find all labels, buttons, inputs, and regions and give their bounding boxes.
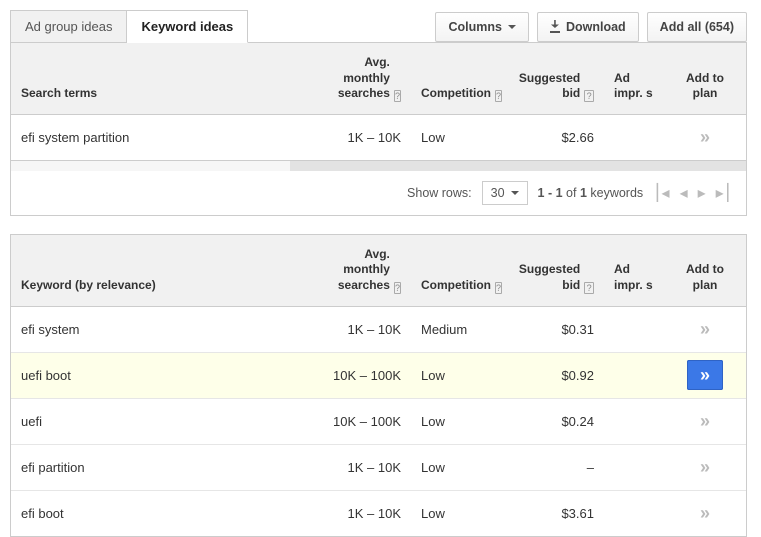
col-ad-impr[interactable]: Ad impr. s	[604, 43, 664, 114]
chevron-down-icon	[508, 25, 516, 29]
tab-ad-group-ideas[interactable]: Ad group ideas	[10, 10, 127, 43]
pager: Show rows: 30 1 - 1 of 1 keywords ⎮◂ ◂ ▸…	[10, 171, 747, 216]
col-search-terms[interactable]: Search terms	[11, 43, 313, 114]
cell-impr	[604, 409, 664, 433]
col-suggested-bid[interactable]: Suggested bid?	[506, 235, 604, 306]
help-icon[interactable]: ?	[394, 90, 401, 102]
cell-competition: Low	[411, 402, 506, 441]
keywords-panel: Keyword (by relevance) Avg. monthly sear…	[10, 234, 747, 537]
download-icon	[550, 20, 560, 33]
columns-label: Columns	[448, 20, 501, 34]
table-row: efi partition1K – 10KLow– »	[11, 445, 746, 491]
cell-impr	[604, 363, 664, 387]
cell-bid: $3.61	[506, 494, 604, 533]
cell-add: »	[664, 307, 746, 352]
col-add-to-plan: Add to plan	[664, 43, 746, 114]
cell-competition: Medium	[411, 310, 506, 349]
show-rows-label: Show rows:	[407, 186, 472, 200]
add-to-plan-icon[interactable]: »	[700, 503, 710, 523]
help-icon[interactable]: ?	[394, 282, 401, 294]
cell-bid: $0.92	[506, 356, 604, 395]
help-icon[interactable]: ?	[584, 90, 594, 102]
cell-competition: Low	[411, 356, 506, 395]
add-all-button[interactable]: Add all (654)	[647, 12, 747, 42]
rows-select[interactable]: 30	[482, 181, 528, 205]
col-keyword[interactable]: Keyword (by relevance)	[11, 235, 313, 306]
pager-first-icon[interactable]: ⎮◂	[653, 183, 669, 203]
cell-bid: $0.31	[506, 310, 604, 349]
col-competition[interactable]: Competition?	[411, 235, 506, 306]
add-to-plan-icon[interactable]: »	[700, 127, 710, 147]
chevron-down-icon	[511, 191, 519, 195]
table-row: uefi boot10K – 100KLow$0.92 »	[11, 353, 746, 399]
search-terms-panel: Search terms Avg. monthly searches? Comp…	[10, 42, 747, 161]
cell-term: uefi	[11, 402, 313, 441]
cell-term: uefi boot	[11, 356, 313, 395]
help-icon[interactable]: ?	[495, 90, 502, 102]
table-row: uefi10K – 100KLow$0.24 »	[11, 399, 746, 445]
cell-competition: Low	[411, 448, 506, 487]
cell-impr	[604, 317, 664, 341]
cell-avg: 1K – 10K	[313, 310, 411, 349]
cell-competition: Low	[411, 118, 506, 157]
table-row: efi system1K – 10KMedium$0.31 »	[11, 307, 746, 353]
cell-avg: 1K – 10K	[313, 118, 411, 157]
columns-button[interactable]: Columns	[435, 12, 528, 42]
download-label: Download	[566, 20, 626, 34]
help-icon[interactable]: ?	[495, 282, 502, 294]
table-row: efi system partition1K – 10KLow$2.66 »	[11, 115, 746, 160]
col-avg-searches[interactable]: Avg. monthly searches?	[313, 235, 411, 306]
toolbar-actions: Columns Download Add all (654)	[435, 12, 747, 42]
cell-avg: 1K – 10K	[313, 448, 411, 487]
pager-range: 1 - 1 of 1 keywords	[538, 186, 644, 200]
cell-impr	[604, 455, 664, 479]
help-icon[interactable]: ?	[584, 282, 594, 294]
add-to-plan-icon[interactable]: »	[700, 457, 710, 477]
cell-competition: Low	[411, 494, 506, 533]
cell-impr	[604, 501, 664, 525]
col-avg-searches[interactable]: Avg. monthly searches?	[313, 43, 411, 114]
pager-prev-icon[interactable]: ◂	[680, 183, 688, 203]
search-terms-header: Search terms Avg. monthly searches? Comp…	[11, 43, 746, 115]
add-to-plan-icon[interactable]: »	[687, 360, 723, 390]
col-add-to-plan: Add to plan	[664, 235, 746, 306]
add-to-plan-icon[interactable]: »	[700, 319, 710, 339]
cell-add: »	[664, 353, 746, 398]
cell-avg: 10K – 100K	[313, 402, 411, 441]
tab-keyword-ideas[interactable]: Keyword ideas	[127, 10, 248, 43]
cell-term: efi boot	[11, 494, 313, 533]
cell-bid: –	[506, 448, 604, 487]
cell-impr	[604, 125, 664, 149]
col-competition[interactable]: Competition?	[411, 43, 506, 114]
table-row: efi boot1K – 10KLow$3.61 »	[11, 491, 746, 536]
tabs: Ad group ideas Keyword ideas	[10, 10, 248, 43]
cell-avg: 10K – 100K	[313, 356, 411, 395]
pager-last-icon[interactable]: ▸⎮	[716, 183, 732, 203]
cell-add: »	[664, 115, 746, 160]
col-suggested-bid[interactable]: Suggested bid?	[506, 43, 604, 114]
cell-term: efi partition	[11, 448, 313, 487]
cell-add: »	[664, 445, 746, 490]
cell-bid: $0.24	[506, 402, 604, 441]
cell-add: »	[664, 491, 746, 536]
cell-add: »	[664, 399, 746, 444]
keywords-header: Keyword (by relevance) Avg. monthly sear…	[11, 235, 746, 307]
cell-avg: 1K – 10K	[313, 494, 411, 533]
cell-term: efi system	[11, 310, 313, 349]
download-button[interactable]: Download	[537, 12, 639, 42]
col-ad-impr[interactable]: Ad impr. s	[604, 235, 664, 306]
add-to-plan-icon[interactable]: »	[700, 411, 710, 431]
pager-next-icon[interactable]: ▸	[698, 183, 706, 203]
cell-term: efi system partition	[11, 118, 313, 157]
horizontal-scrollbar[interactable]	[10, 161, 747, 171]
cell-bid: $2.66	[506, 118, 604, 157]
